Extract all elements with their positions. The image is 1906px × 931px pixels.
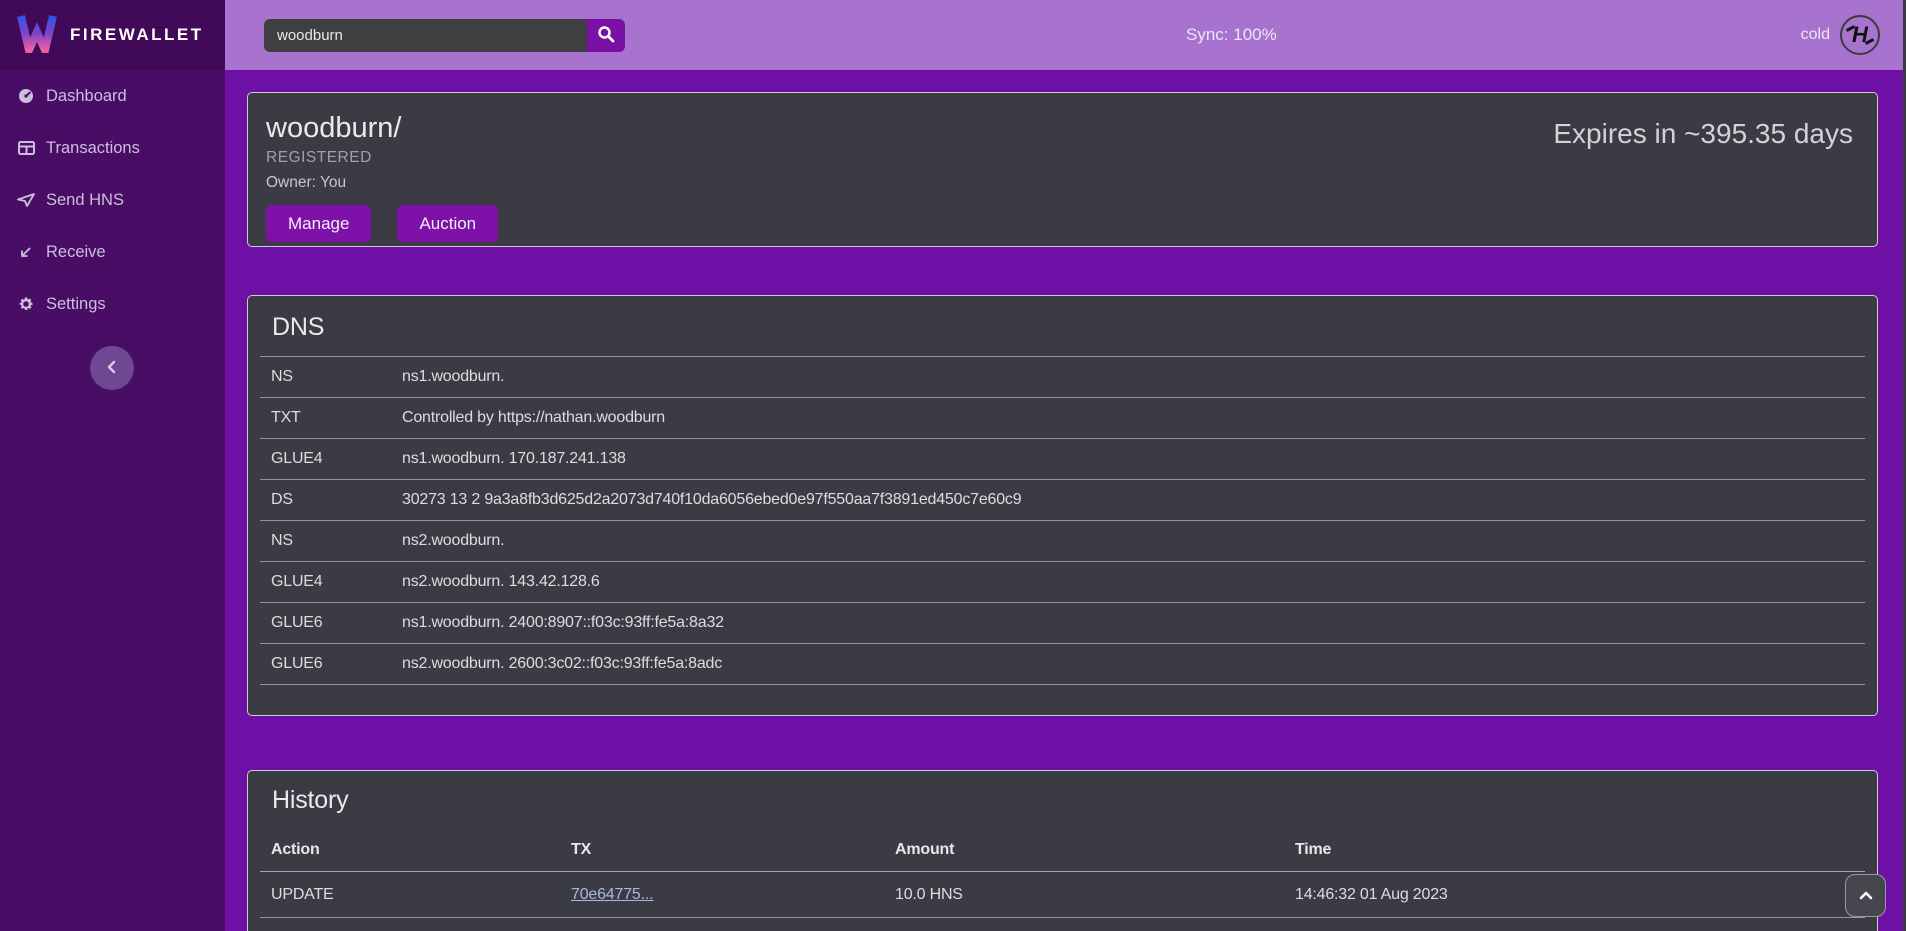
history-tx-cell: 70e64775... (571, 886, 895, 904)
history-amount: 10.0 HNS (895, 886, 1295, 904)
search-button[interactable] (587, 19, 625, 52)
dns-record-type: NS (260, 368, 402, 386)
search-group (264, 19, 625, 52)
dns-record-type: GLUE6 (260, 655, 402, 673)
dns-record-type: NS (260, 532, 402, 550)
chevron-up-icon (1859, 888, 1873, 903)
sidebar-item-label: Settings (46, 295, 106, 314)
sync-status: Sync: 100% (1186, 0, 1277, 70)
column-header-time: Time (1295, 841, 1865, 859)
scroll-to-top-button[interactable] (1845, 874, 1886, 917)
domain-card: woodburn/ REGISTERED Owner: You Manage A… (247, 92, 1878, 247)
sidebar: FIREWALLET Dashboard Transactions Send HNS… (0, 0, 225, 931)
domain-info: woodburn/ REGISTERED Owner: You Manage A… (266, 106, 498, 246)
sidebar-item-transactions[interactable]: Transactions (0, 128, 225, 168)
column-header-action: Action (260, 841, 571, 859)
domain-actions: Manage Auction (266, 205, 498, 242)
history-row: RENEWd7b3c1...10.0 HNS15:47:36 07 Jul 20… (260, 918, 1865, 931)
dns-record-type: GLUE4 (260, 450, 402, 468)
domain-owner: Owner: You (266, 174, 498, 192)
sidebar-item-receive[interactable]: Receive (0, 232, 225, 272)
sidebar-collapse-button[interactable] (90, 346, 134, 390)
app-window: FIREWALLET Dashboard Transactions Send HNS… (0, 0, 1906, 931)
dns-record-row: GLUE6ns2.woodburn. 2600:3c02::f03c:93ff:… (260, 644, 1865, 685)
dns-record-value: ns2.woodburn. 2600:3c02::f03c:93ff:fe5a:… (402, 655, 1865, 673)
sidebar-item-dashboard[interactable]: Dashboard (0, 76, 225, 116)
history-card: History Action TX Amount Time UPDATE70e6… (247, 770, 1878, 931)
sidebar-item-label: Dashboard (46, 87, 127, 106)
history-time: 14:46:32 01 Aug 2023 (1295, 886, 1865, 904)
dns-record-value: ns1.woodburn. (402, 368, 1865, 386)
dns-record-table: NSns1.woodburn.TXTControlled by https://… (260, 357, 1865, 685)
dns-record-row: GLUE4ns2.woodburn. 143.42.128.6 (260, 562, 1865, 603)
wallet-name: cold (1801, 26, 1830, 44)
dns-record-row: GLUE4ns1.woodburn. 170.187.241.138 (260, 439, 1865, 480)
history-title: History (272, 786, 1853, 815)
history-action: UPDATE (260, 886, 571, 904)
dns-record-type: DS (260, 491, 402, 509)
history-row: UPDATE70e64775... 10.0 HNS14:46:32 01 Aug… (260, 872, 1865, 918)
brand-header: FIREWALLET (0, 0, 225, 70)
brand-name: FIREWALLET (70, 25, 204, 45)
column-header-amount: Amount (895, 841, 1295, 859)
dns-record-type: TXT (260, 409, 402, 427)
history-header-row: Action TX Amount Time (260, 829, 1865, 872)
tx-link[interactable]: 70e64775... (571, 886, 653, 903)
dns-record-row: DS30273 13 2 9a3a8fb3d625d2a2073d740f10d… (260, 480, 1865, 521)
receive-icon (17, 245, 35, 259)
dns-record-value: ns1.woodburn. 2400:8907::f03c:93ff:fe5a:… (402, 614, 1865, 632)
sidebar-item-send-hns[interactable]: Send HNS (0, 180, 225, 220)
manage-button[interactable]: Manage (266, 205, 371, 242)
dns-record-value: ns2.woodburn. 143.42.128.6 (402, 573, 1865, 591)
dns-record-row: TXTControlled by https://nathan.woodburn (260, 398, 1865, 439)
column-header-tx: TX (571, 841, 895, 859)
sidebar-item-settings[interactable]: Settings (0, 284, 225, 324)
topbar: Sync: 100% cold H (225, 0, 1906, 70)
settings-icon (17, 296, 35, 312)
history-rows: UPDATE70e64775... 10.0 HNS14:46:32 01 Aug… (260, 872, 1865, 931)
dashboard-icon (17, 88, 35, 104)
sidebar-nav: Dashboard Transactions Send HNS Receive Sett… (0, 70, 225, 324)
send-icon (17, 193, 35, 207)
search-input[interactable] (264, 19, 587, 52)
firewallet-logo-icon (16, 13, 58, 58)
chevron-left-icon (106, 360, 118, 377)
sidebar-item-label: Send HNS (46, 191, 124, 210)
dns-record-value: ns1.woodburn. 170.187.241.138 (402, 450, 1865, 468)
dns-record-type: GLUE4 (260, 573, 402, 591)
dns-record-row: NSns1.woodburn. (260, 357, 1865, 398)
sidebar-item-label: Transactions (46, 139, 140, 158)
dns-record-row: GLUE6ns1.woodburn. 2400:8907::f03c:93ff:… (260, 603, 1865, 644)
dns-title: DNS (272, 313, 1853, 342)
sidebar-item-label: Receive (46, 243, 106, 262)
dns-record-value: Controlled by https://nathan.woodburn (402, 409, 1865, 427)
domain-status: REGISTERED (266, 149, 498, 167)
search-icon (597, 25, 615, 46)
handshake-logo-icon: H (1840, 15, 1880, 55)
dns-record-value: 30273 13 2 9a3a8fb3d625d2a2073d740f10da6… (402, 491, 1865, 509)
dns-record-row: NSns2.woodburn. (260, 521, 1865, 562)
wallet-selector[interactable]: cold H (1801, 15, 1882, 55)
history-table: Action TX Amount Time UPDATE70e64775... 1… (260, 829, 1865, 931)
dns-record-type: GLUE6 (260, 614, 402, 632)
expires-label: Expires in ~395.35 days (1553, 106, 1853, 246)
dns-record-value: ns2.woodburn. (402, 532, 1865, 550)
main-area: Sync: 100% cold H woodburn/ REGISTERED O… (225, 0, 1906, 931)
page-content: woodburn/ REGISTERED Owner: You Manage A… (225, 70, 1906, 931)
transactions-icon (17, 141, 35, 155)
dns-card: DNS NSns1.woodburn.TXTControlled by http… (247, 295, 1878, 716)
auction-button[interactable]: Auction (397, 205, 498, 242)
domain-name: woodburn/ (266, 112, 498, 145)
